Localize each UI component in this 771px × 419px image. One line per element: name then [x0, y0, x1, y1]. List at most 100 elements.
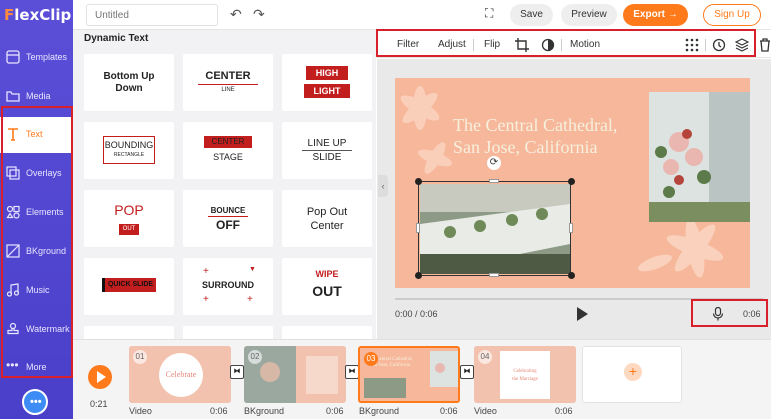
sidebar-item-media[interactable]: Media: [0, 79, 73, 115]
undo-icon[interactable]: ↶: [230, 6, 246, 22]
text-preset-center-stage[interactable]: CENTER STAGE: [183, 122, 273, 179]
card-line1: SURROUND: [201, 280, 254, 290]
elements-icon: [6, 205, 20, 219]
card-line2: LIGHT: [304, 84, 350, 98]
timeline-clip-01[interactable]: Celebrate 01: [129, 346, 231, 403]
clip-type-label: BKground: [359, 406, 400, 416]
sidebar-item-watermark[interactable]: Watermark: [0, 312, 73, 348]
plus-icon: +: [624, 363, 642, 381]
motion-button[interactable]: Motion: [570, 39, 600, 50]
collapse-panel-button[interactable]: ‹: [378, 175, 388, 197]
resize-handle-left[interactable]: [416, 223, 420, 233]
transition-icon[interactable]: ⧓: [230, 365, 244, 379]
chat-help-button[interactable]: •••: [22, 389, 48, 415]
sidebar-item-label: Text: [26, 129, 43, 139]
text-preset-partial[interactable]: [183, 326, 273, 339]
export-label: Export: [633, 9, 665, 20]
total-duration: 0:06: [743, 309, 761, 319]
sidebar-item-label: BKground: [26, 246, 67, 256]
sidebar-item-label: Overlays: [26, 168, 62, 178]
text-preset-partial[interactable]: [282, 326, 372, 339]
fullscreen-icon[interactable]: ⛶: [485, 6, 501, 22]
crop-icon[interactable]: [515, 38, 529, 52]
sidebar-item-elements[interactable]: Elements: [0, 195, 73, 231]
text-preset-bounding-rectangle[interactable]: BOUNDING RECTANGLE: [84, 122, 174, 179]
resize-handle-right[interactable]: [569, 223, 573, 233]
timeline-clip-02[interactable]: 02: [244, 346, 346, 403]
timeline-clip-03[interactable]: The Central Cathedral, San Jose, Californ…: [358, 346, 460, 403]
sign-up-button[interactable]: Sign Up: [703, 4, 761, 26]
sidebar-item-bkground[interactable]: BKground: [0, 234, 73, 270]
card-line1: CENTER: [205, 70, 251, 82]
transition-icon[interactable]: ⧓: [345, 365, 359, 379]
text-preset-pop-out[interactable]: POP OUT: [84, 190, 174, 247]
card-line2: SLIDE: [312, 152, 342, 163]
clip-number: 02: [248, 350, 262, 364]
clip-number: 04: [478, 350, 492, 364]
resize-handle-bl[interactable]: [415, 272, 422, 279]
filter-button[interactable]: Filter: [397, 39, 419, 50]
save-button[interactable]: Save: [510, 4, 553, 26]
flexclip-logo[interactable]: FlexClip: [4, 6, 71, 24]
sidebar-item-templates[interactable]: Templates: [0, 40, 73, 76]
play-icon[interactable]: [577, 307, 588, 321]
card-line2: OUT: [119, 224, 139, 235]
sidebar-item-text[interactable]: Text: [0, 117, 73, 153]
text-preset-quick-slide[interactable]: QUICK SLIDE: [84, 258, 174, 315]
text-preset-bounce-off[interactable]: BOUNCE OFF: [183, 190, 273, 247]
plus-mark: +: [203, 266, 209, 277]
export-button[interactable]: Export →: [623, 4, 688, 26]
text-preset-line-up-slide[interactable]: LINE UP SLIDE: [282, 122, 372, 179]
timeline-play-button[interactable]: [88, 365, 112, 389]
text-preset-surround[interactable]: + ▼ SURROUND + +: [183, 258, 273, 315]
card-line2: LINE: [221, 87, 235, 93]
card-line1: BOUNCE: [210, 206, 246, 215]
sidebar-item-more[interactable]: ••• More: [0, 350, 73, 386]
resize-handle-tr[interactable]: [568, 178, 575, 185]
redo-icon[interactable]: ↷: [253, 6, 269, 22]
svg-text:the Marriage: the Marriage: [512, 377, 538, 382]
text-preset-center-line[interactable]: CENTER LINE: [183, 54, 273, 111]
contrast-icon[interactable]: [541, 38, 555, 52]
clip-duration: 0:06: [440, 406, 458, 416]
resize-handle-top[interactable]: [489, 179, 499, 183]
layers-icon[interactable]: [735, 38, 749, 52]
flip-button[interactable]: Flip: [484, 39, 500, 50]
transition-icon[interactable]: ⧓: [460, 365, 474, 379]
music-note-icon: [6, 283, 20, 297]
folder-icon: [6, 91, 20, 102]
grid-icon[interactable]: [685, 38, 699, 52]
card-line1: HIGH: [306, 66, 348, 80]
playback-progress-bar[interactable]: [395, 298, 763, 300]
selection-box[interactable]: [418, 181, 571, 276]
resize-handle-br[interactable]: [568, 272, 575, 279]
trash-icon[interactable]: [758, 38, 771, 52]
card-line2: OUT: [312, 283, 342, 299]
timeline-clip-04[interactable]: Celebrating the Marriage 04: [474, 346, 576, 403]
text-preset-wipe-out[interactable]: WIPE OUT: [282, 258, 372, 315]
underline-divider: [198, 84, 258, 85]
svg-text:Celebrate: Celebrate: [166, 370, 197, 379]
top-bar: ↶ ↷ ⛶ Save Preview Export → Sign Up: [73, 0, 771, 30]
text-preset-highlight[interactable]: HIGH LIGHT: [282, 54, 372, 111]
project-title-input[interactable]: [86, 4, 218, 26]
microphone-icon[interactable]: [712, 307, 724, 321]
clip-duration: 0:06: [210, 406, 228, 416]
templates-icon: [6, 50, 20, 64]
text-preset-bottom-up-down[interactable]: Bottom Up Down: [84, 54, 174, 111]
adjust-button[interactable]: Adjust: [438, 39, 466, 50]
preview-button[interactable]: Preview: [561, 4, 617, 26]
resize-handle-bottom[interactable]: [489, 273, 499, 277]
slide-title-text[interactable]: The Central Cathedral, San Jose, Califor…: [453, 114, 617, 158]
resize-handle-tl[interactable]: [415, 178, 422, 185]
clock-icon[interactable]: [712, 38, 726, 52]
add-clip-button[interactable]: +: [582, 346, 682, 403]
sidebar-item-music[interactable]: Music: [0, 273, 73, 309]
text-preset-pop-out-center[interactable]: Pop Out Center: [282, 190, 372, 247]
text-preset-partial[interactable]: [84, 326, 174, 339]
sidebar-item-overlays[interactable]: Overlays: [0, 156, 73, 192]
rotate-icon[interactable]: ⟳: [487, 156, 501, 170]
chat-bubble-icon: •••: [30, 396, 42, 408]
flower-bouquet-photo[interactable]: [649, 92, 750, 222]
panel-title: Dynamic Text: [84, 33, 149, 44]
